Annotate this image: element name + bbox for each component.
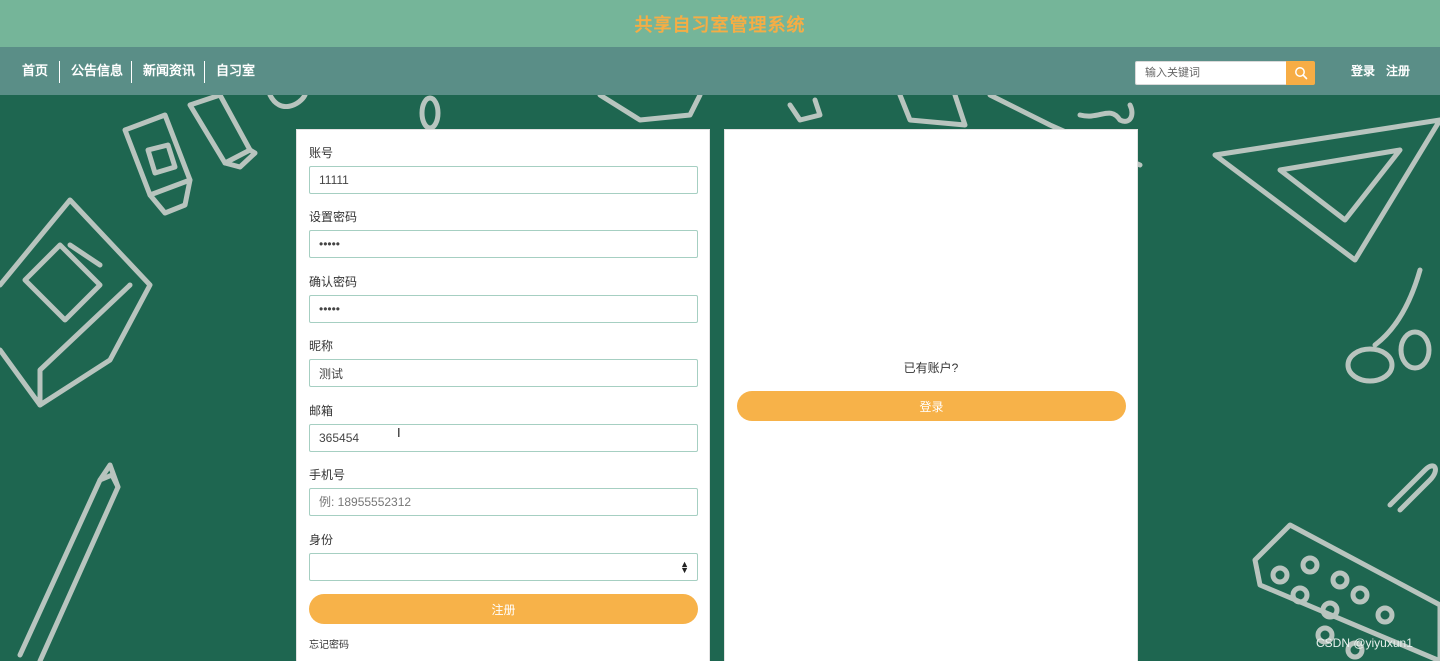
select-arrows-icon: ▲ ▼ <box>680 559 689 575</box>
text-cursor-icon: I <box>397 425 401 440</box>
header-register-link[interactable]: 注册 <box>1386 47 1410 95</box>
confirm-password-label: 确认密码 <box>309 275 358 289</box>
nickname-input[interactable] <box>309 359 698 387</box>
email-label: 邮箱 <box>309 404 334 418</box>
header-login-link[interactable]: 登录 <box>1351 47 1375 95</box>
chalk-doodles-illustration <box>0 95 1440 661</box>
confirm-password-input[interactable] <box>309 295 698 323</box>
forgot-password-link[interactable]: 忘记密码 <box>309 636 349 651</box>
app-title: 共享自习室管理系统 <box>634 14 806 35</box>
search-button[interactable] <box>1286 61 1315 85</box>
password-label: 设置密码 <box>309 210 358 224</box>
search-icon <box>1294 67 1307 80</box>
register-submit-button[interactable]: 注册 <box>309 594 698 624</box>
phone-input[interactable] <box>309 488 698 516</box>
title-bar: 共享自习室管理系统 <box>0 0 1440 47</box>
account-label: 账号 <box>309 146 334 160</box>
password-input[interactable] <box>309 230 698 258</box>
login-prompt-card: 已有账户? 登录 <box>724 129 1138 661</box>
nav-item-home[interactable]: 首页 <box>22 47 48 95</box>
chalkboard-background <box>0 95 1440 661</box>
register-form-card: 账号 设置密码 确认密码 昵称 邮箱 手机号 身份 ▲▼ 注册 忘记密码 <box>296 129 710 661</box>
phone-label: 手机号 <box>309 468 346 482</box>
nav-divider <box>131 61 132 83</box>
identity-label: 身份 <box>309 533 334 547</box>
nickname-label: 昵称 <box>309 339 334 353</box>
go-login-button[interactable]: 登录 <box>737 391 1126 421</box>
nav-item-announcements[interactable]: 公告信息 <box>71 47 123 95</box>
identity-select[interactable]: ▲ ▼ <box>309 553 698 581</box>
nav-item-news[interactable]: 新闻资讯 <box>143 47 195 95</box>
nav-divider <box>204 61 205 83</box>
have-account-text: 已有账户? <box>903 361 959 375</box>
email-input[interactable] <box>309 424 698 452</box>
watermark: CSDN @yiyuxun1 <box>1316 636 1413 650</box>
search-input[interactable] <box>1135 61 1286 85</box>
nav-divider <box>59 61 60 83</box>
nav-item-study-rooms[interactable]: 自习室 <box>216 47 255 95</box>
account-input[interactable] <box>309 166 698 194</box>
